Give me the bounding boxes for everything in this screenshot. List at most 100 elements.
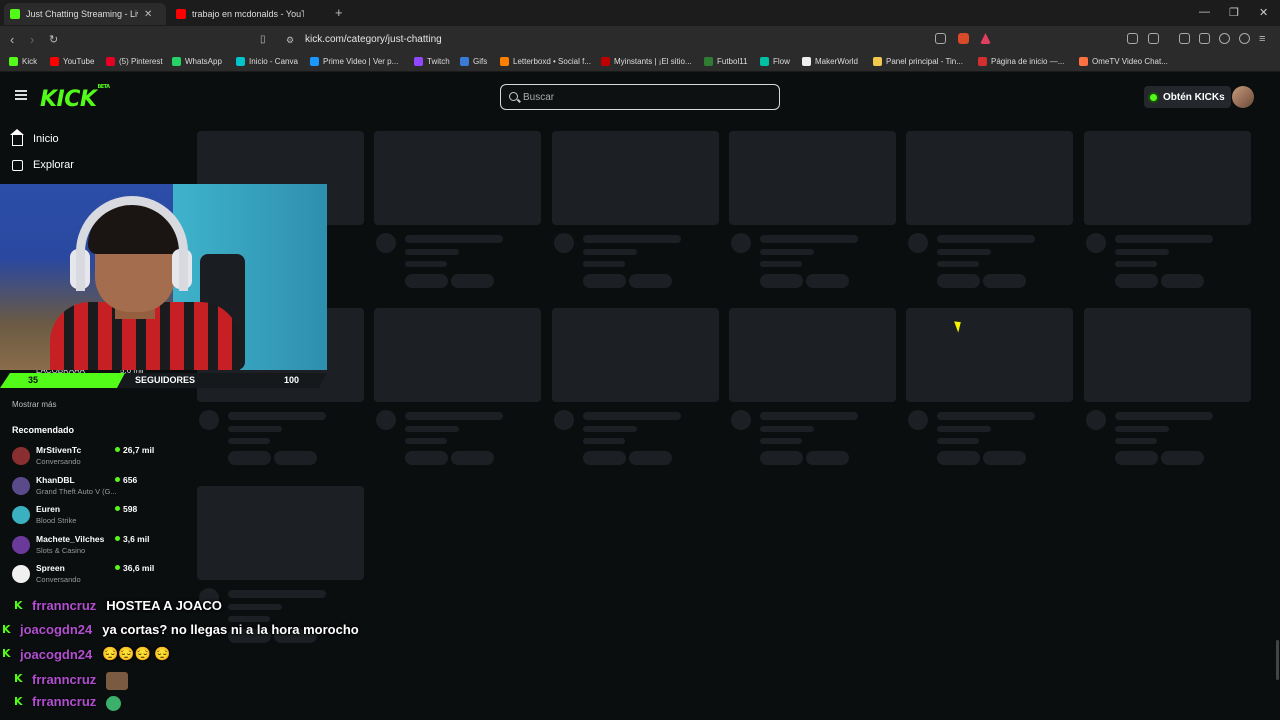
user-avatar[interactable]	[1232, 86, 1254, 108]
avatar-placeholder	[1086, 233, 1106, 253]
brave-shield-icon[interactable]	[958, 33, 969, 44]
bookmark-item[interactable]: Prime Video | Ver p...	[310, 57, 398, 66]
get-kicks-button[interactable]: Obtén KICKs	[1144, 86, 1231, 108]
url-field[interactable]: kick.com/category/just-chatting	[305, 34, 442, 45]
title-placeholder	[937, 412, 1035, 420]
channel-avatar	[12, 506, 30, 524]
show-more-link[interactable]: Mostrar más	[12, 400, 56, 409]
bookmark-item[interactable]: Gifs	[460, 57, 487, 66]
bookmark-item[interactable]: Página de inicio —...	[978, 57, 1064, 66]
close-tab-icon[interactable]: ✕	[144, 9, 152, 20]
maximize-icon[interactable]: ❐	[1229, 6, 1239, 19]
recommended-channel[interactable]: Spreen Conversando 36,6 mil	[12, 563, 182, 591]
site-header: KICKBETA Obtén KICKs	[0, 72, 1280, 122]
thumbnail-placeholder	[906, 308, 1073, 402]
bookmark-item[interactable]: Flow	[760, 57, 790, 66]
back-icon[interactable]: ‹	[10, 32, 14, 47]
bookmark-item[interactable]: YouTube	[50, 57, 94, 66]
thumbnail-placeholder	[906, 131, 1073, 225]
explore-icon	[12, 159, 23, 171]
bookmark-item[interactable]: MakerWorld	[802, 57, 858, 66]
forward-icon[interactable]: ›	[30, 32, 34, 47]
close-window-icon[interactable]: ✕	[1259, 6, 1268, 19]
tab-youtube[interactable]: trabajo en mcdonalds - YouTube	[170, 3, 330, 25]
rewards-icon[interactable]	[980, 33, 991, 44]
tag-placeholder	[629, 274, 672, 288]
search-input[interactable]	[523, 89, 763, 105]
bookmark-label: Futbol11	[717, 57, 748, 66]
bookmark-item[interactable]: Kick	[9, 57, 37, 66]
tag-placeholder	[983, 451, 1026, 465]
chat-overlay: K frranncruz HOSTEA A JOACO K joacogdn24…	[0, 596, 420, 720]
recommended-channel[interactable]: Machete_Vilches Slots & Casino 3,6 mil	[12, 534, 182, 562]
browser-menu-icon[interactable]: ≡	[1259, 33, 1265, 45]
tag-placeholder	[405, 451, 448, 465]
vpn-icon[interactable]	[1239, 33, 1250, 44]
bookmark-item[interactable]: Myinstants | ¡El sitio...	[601, 57, 692, 66]
bookmark-item[interactable]: (5) Pinterest	[106, 57, 163, 66]
avatar-placeholder	[554, 233, 574, 253]
wallet-icon[interactable]	[1199, 33, 1210, 44]
bookmark-label: Inicio - Canva	[249, 57, 298, 66]
chat-message: K frranncruz	[0, 670, 133, 690]
bookmark-item[interactable]: Letterboxd • Social f...	[500, 57, 591, 66]
leo-icon[interactable]	[1219, 33, 1230, 44]
bookmark-item[interactable]: OmeTV Video Chat...	[1079, 57, 1168, 66]
sidebar-item-inicio[interactable]: Inicio	[10, 129, 59, 146]
bookmark-label: YouTube	[63, 57, 95, 66]
tag-placeholder	[806, 274, 849, 288]
bookmark-favicon-icon	[50, 57, 59, 66]
channel-viewers: 598	[115, 504, 137, 514]
stream-card-skeleton	[729, 308, 896, 465]
youtube-favicon-icon	[176, 9, 186, 19]
tag-placeholder	[583, 274, 626, 288]
bookmark-item[interactable]: Panel principal - Tin...	[873, 57, 963, 66]
chat-emotes: 😔😔😔 😔	[102, 646, 171, 661]
page-scrollbar[interactable]	[1276, 640, 1279, 680]
tag-placeholder	[1115, 274, 1158, 288]
recommended-channel[interactable]: MrStivenTc Conversando 26,7 mil	[12, 445, 182, 473]
bookmark-item[interactable]: Futbol11	[704, 57, 748, 66]
search-icon	[509, 92, 518, 101]
stream-card-skeleton	[1084, 308, 1251, 465]
hamburger-menu-icon[interactable]	[15, 90, 27, 100]
new-tab-button[interactable]: +	[335, 5, 343, 20]
kick-logo[interactable]: KICKBETA	[40, 84, 110, 112]
kick-favicon-icon	[10, 9, 20, 19]
recommended-channel[interactable]: KhanDBL Grand Theft Auto V (G... 656	[12, 475, 182, 503]
tab-just-chatting[interactable]: Just Chatting Streaming - Live St ✕	[4, 3, 166, 25]
minimize-icon[interactable]: —	[1199, 6, 1210, 18]
tag-placeholder	[1115, 451, 1158, 465]
bookmark-label: Myinstants | ¡El sitio...	[614, 57, 692, 66]
tag-placeholder	[629, 451, 672, 465]
followers-goal: 100	[284, 375, 300, 385]
bookmark-favicon-icon	[236, 57, 245, 66]
bookmark-page-icon[interactable]: ▯	[260, 34, 266, 45]
reader-icon[interactable]	[1148, 33, 1159, 44]
sidebar-toggle-icon[interactable]	[1179, 33, 1190, 44]
recommended-heading: Recomendado	[12, 425, 75, 435]
extensions-icon[interactable]	[1127, 33, 1138, 44]
get-kicks-label: Obtén KICKs	[1163, 91, 1225, 103]
bookmark-item[interactable]: Twitch	[414, 57, 450, 66]
tag-placeholder	[1161, 274, 1204, 288]
chat-message: K joacogdn24 😔😔😔 😔	[0, 646, 171, 662]
followers-count: 35	[28, 375, 39, 385]
subtitle-placeholder	[760, 426, 814, 432]
site-info-icon[interactable]: ⚙	[286, 35, 294, 46]
bookmark-favicon-icon	[802, 57, 811, 66]
tag-placeholder	[274, 451, 317, 465]
thumbnail-placeholder	[1084, 308, 1251, 402]
bookmark-item[interactable]: Inicio - Canva	[236, 57, 298, 66]
share-icon[interactable]	[935, 33, 946, 44]
avatar-placeholder	[376, 233, 396, 253]
recommended-channel[interactable]: Euren Blood Strike 598	[12, 504, 182, 532]
sidebar-item-explorar[interactable]: Explorar	[12, 159, 74, 171]
chat-message: K frranncruz HOSTEA A JOACO	[0, 598, 222, 613]
bookmark-favicon-icon	[873, 57, 882, 66]
bookmark-item[interactable]: WhatsApp	[172, 57, 222, 66]
reload-icon[interactable]: ↻	[49, 33, 58, 46]
tag-placeholder	[405, 274, 448, 288]
channel-name: KhanDBL	[36, 474, 75, 485]
thumbnail-placeholder	[374, 131, 541, 225]
